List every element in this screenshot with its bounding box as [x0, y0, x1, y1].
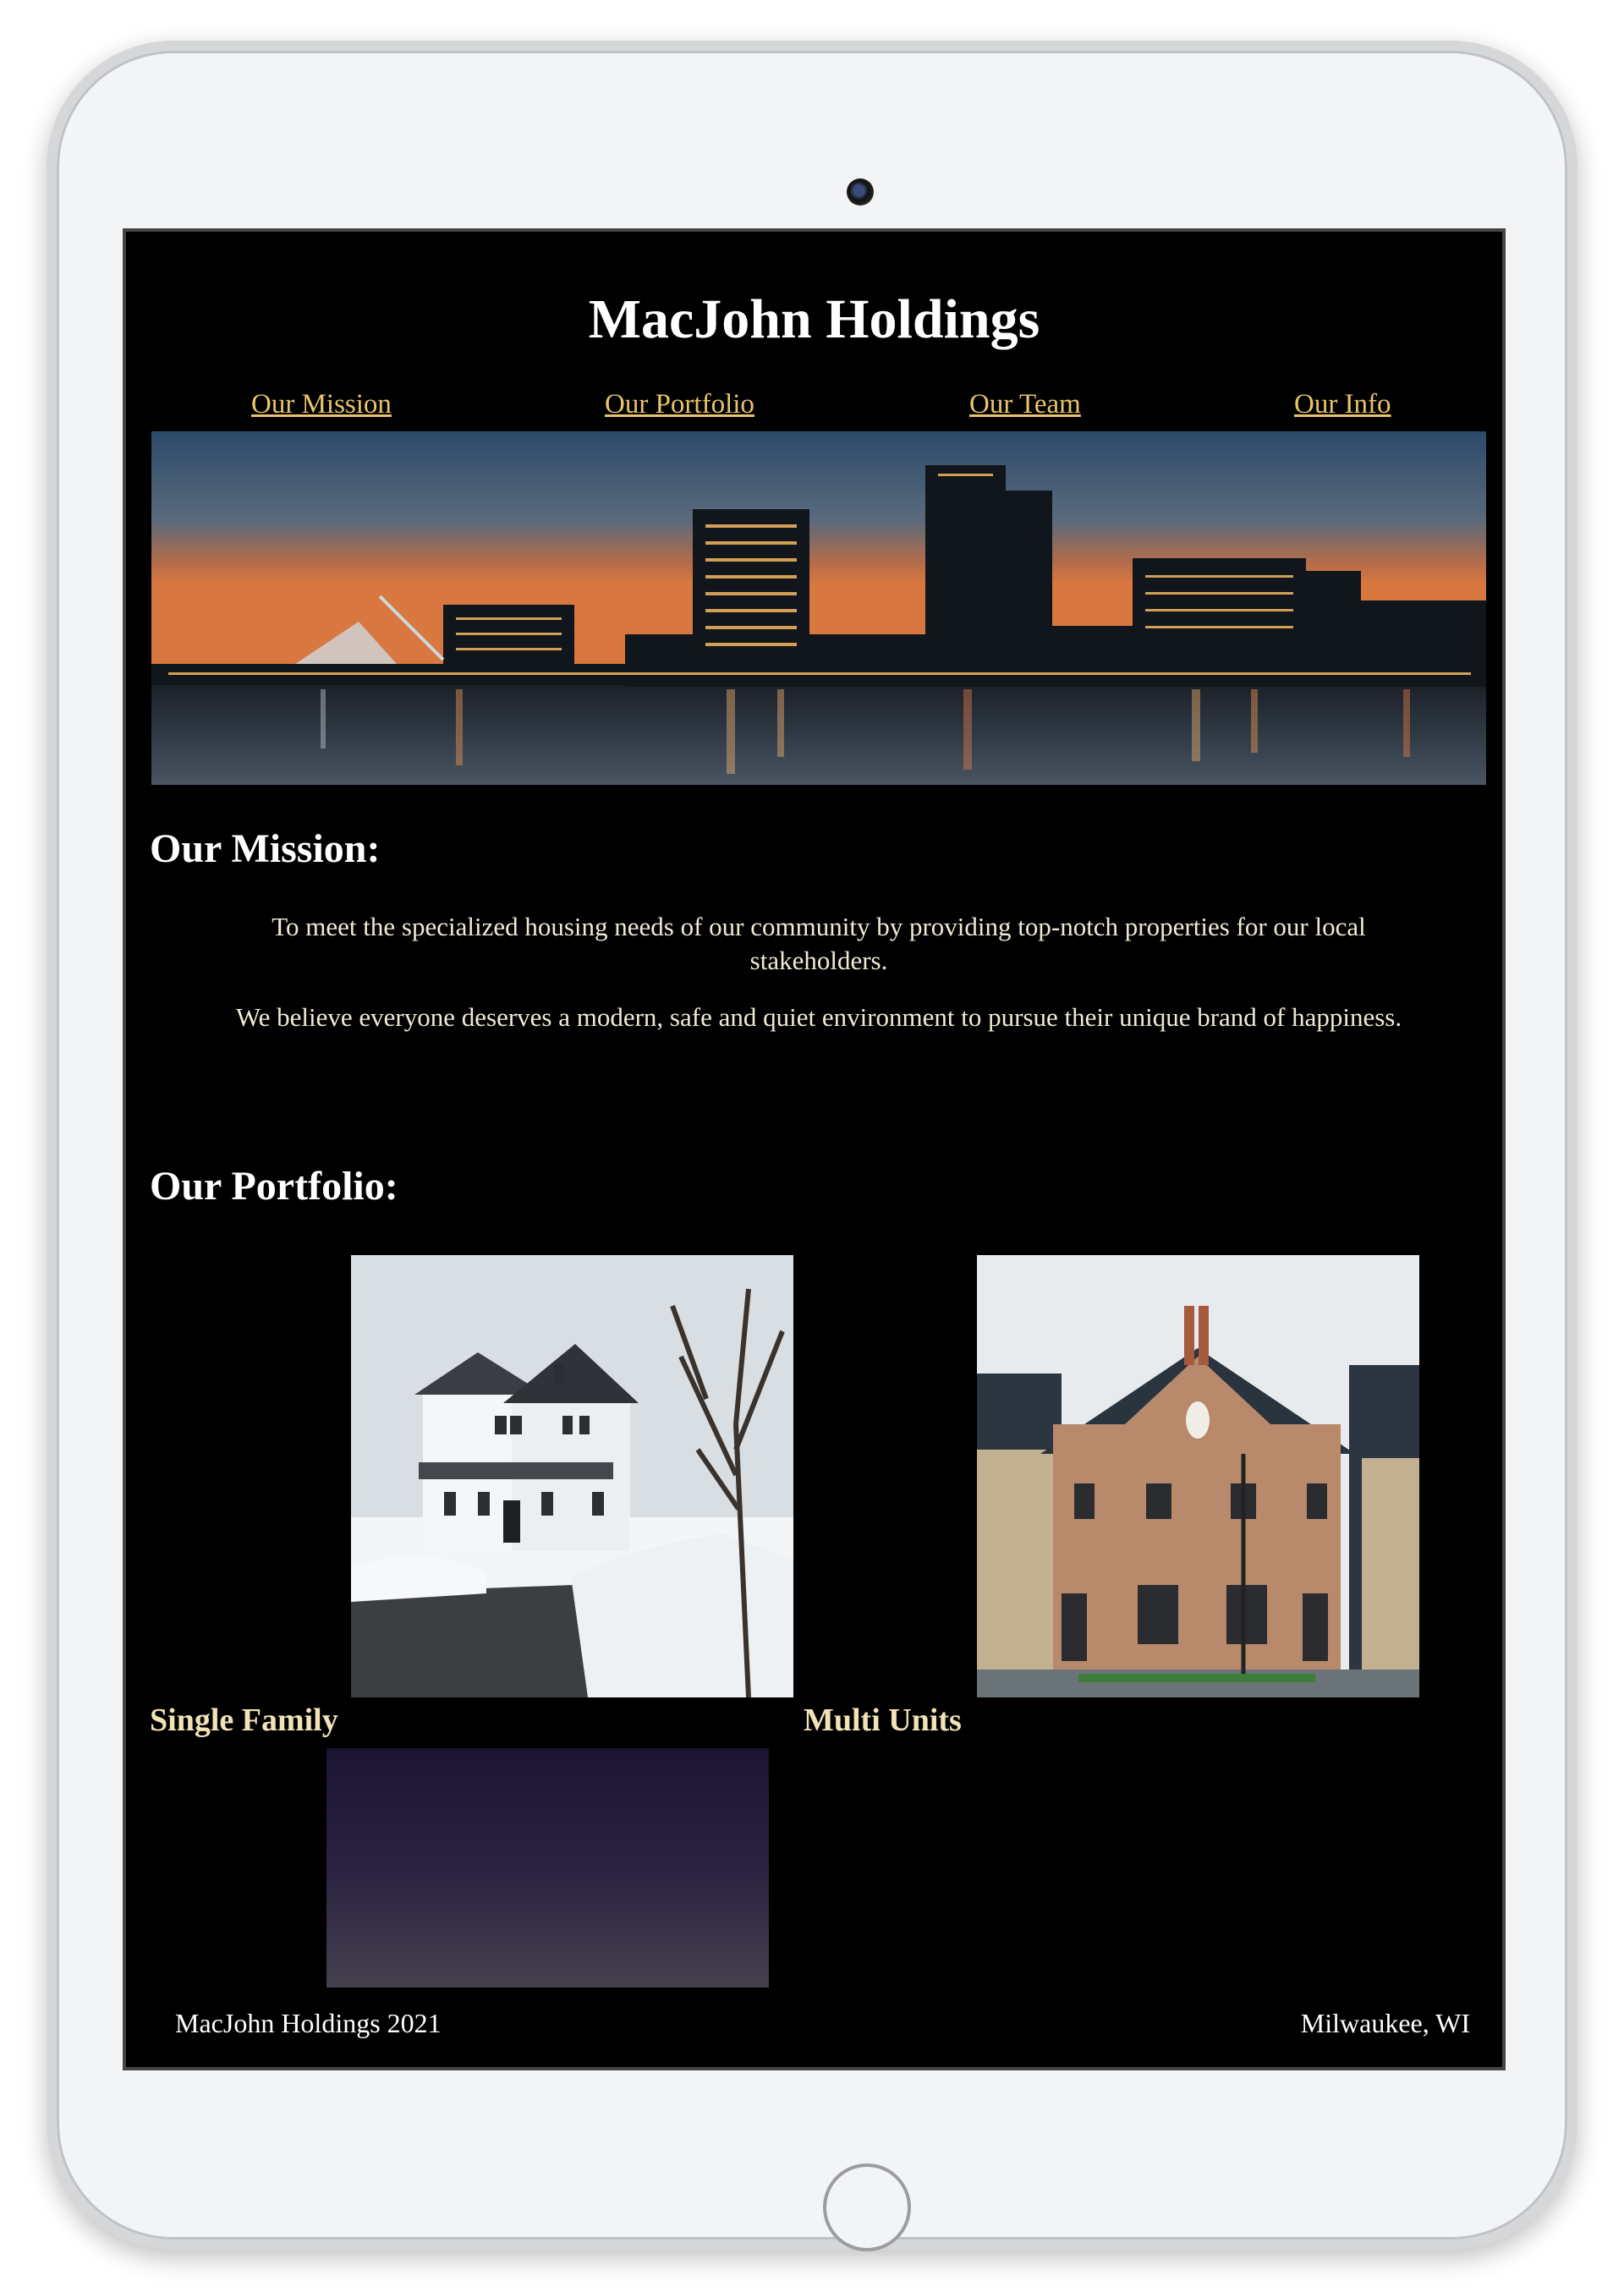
portfolio-label-single-family: Single Family	[150, 1703, 338, 1738]
portfolio-heading: Our Portfolio:	[150, 1164, 398, 1209]
nav-link-our-info[interactable]: Our Info	[1294, 389, 1391, 420]
home-button[interactable]	[823, 2163, 911, 2251]
portfolio-label-multi-units: Multi Units	[804, 1703, 962, 1738]
camera-icon	[847, 178, 874, 206]
footer-copyright: MacJohn Holdings 2021	[175, 2008, 442, 2038]
website-screen: MacJohn Holdings Our Mission Our Portfol…	[123, 228, 1506, 2070]
nav-link-our-portfolio[interactable]: Our Portfolio	[605, 389, 754, 420]
nav-link-our-team[interactable]: Our Team	[969, 389, 1081, 420]
mission-heading: Our Mission:	[150, 826, 381, 871]
hero-skyline-image	[151, 431, 1486, 785]
mission-paragraph-2: We believe everyone deserves a modern, s…	[235, 1002, 1402, 1032]
main-nav: Our Mission Our Portfolio Our Team Our I…	[126, 389, 1502, 431]
site-title: MacJohn Holdings	[588, 288, 1040, 350]
mission-paragraph-1: To meet the specialized housing needs of…	[272, 912, 1366, 975]
nav-link-our-mission[interactable]: Our Mission	[251, 389, 392, 420]
multi-units-image[interactable]	[977, 1255, 1419, 1697]
single-family-house-image[interactable]	[351, 1255, 793, 1697]
night-sky-image[interactable]	[326, 1748, 769, 1988]
footer-location: Milwaukee, WI	[1300, 2008, 1470, 2038]
